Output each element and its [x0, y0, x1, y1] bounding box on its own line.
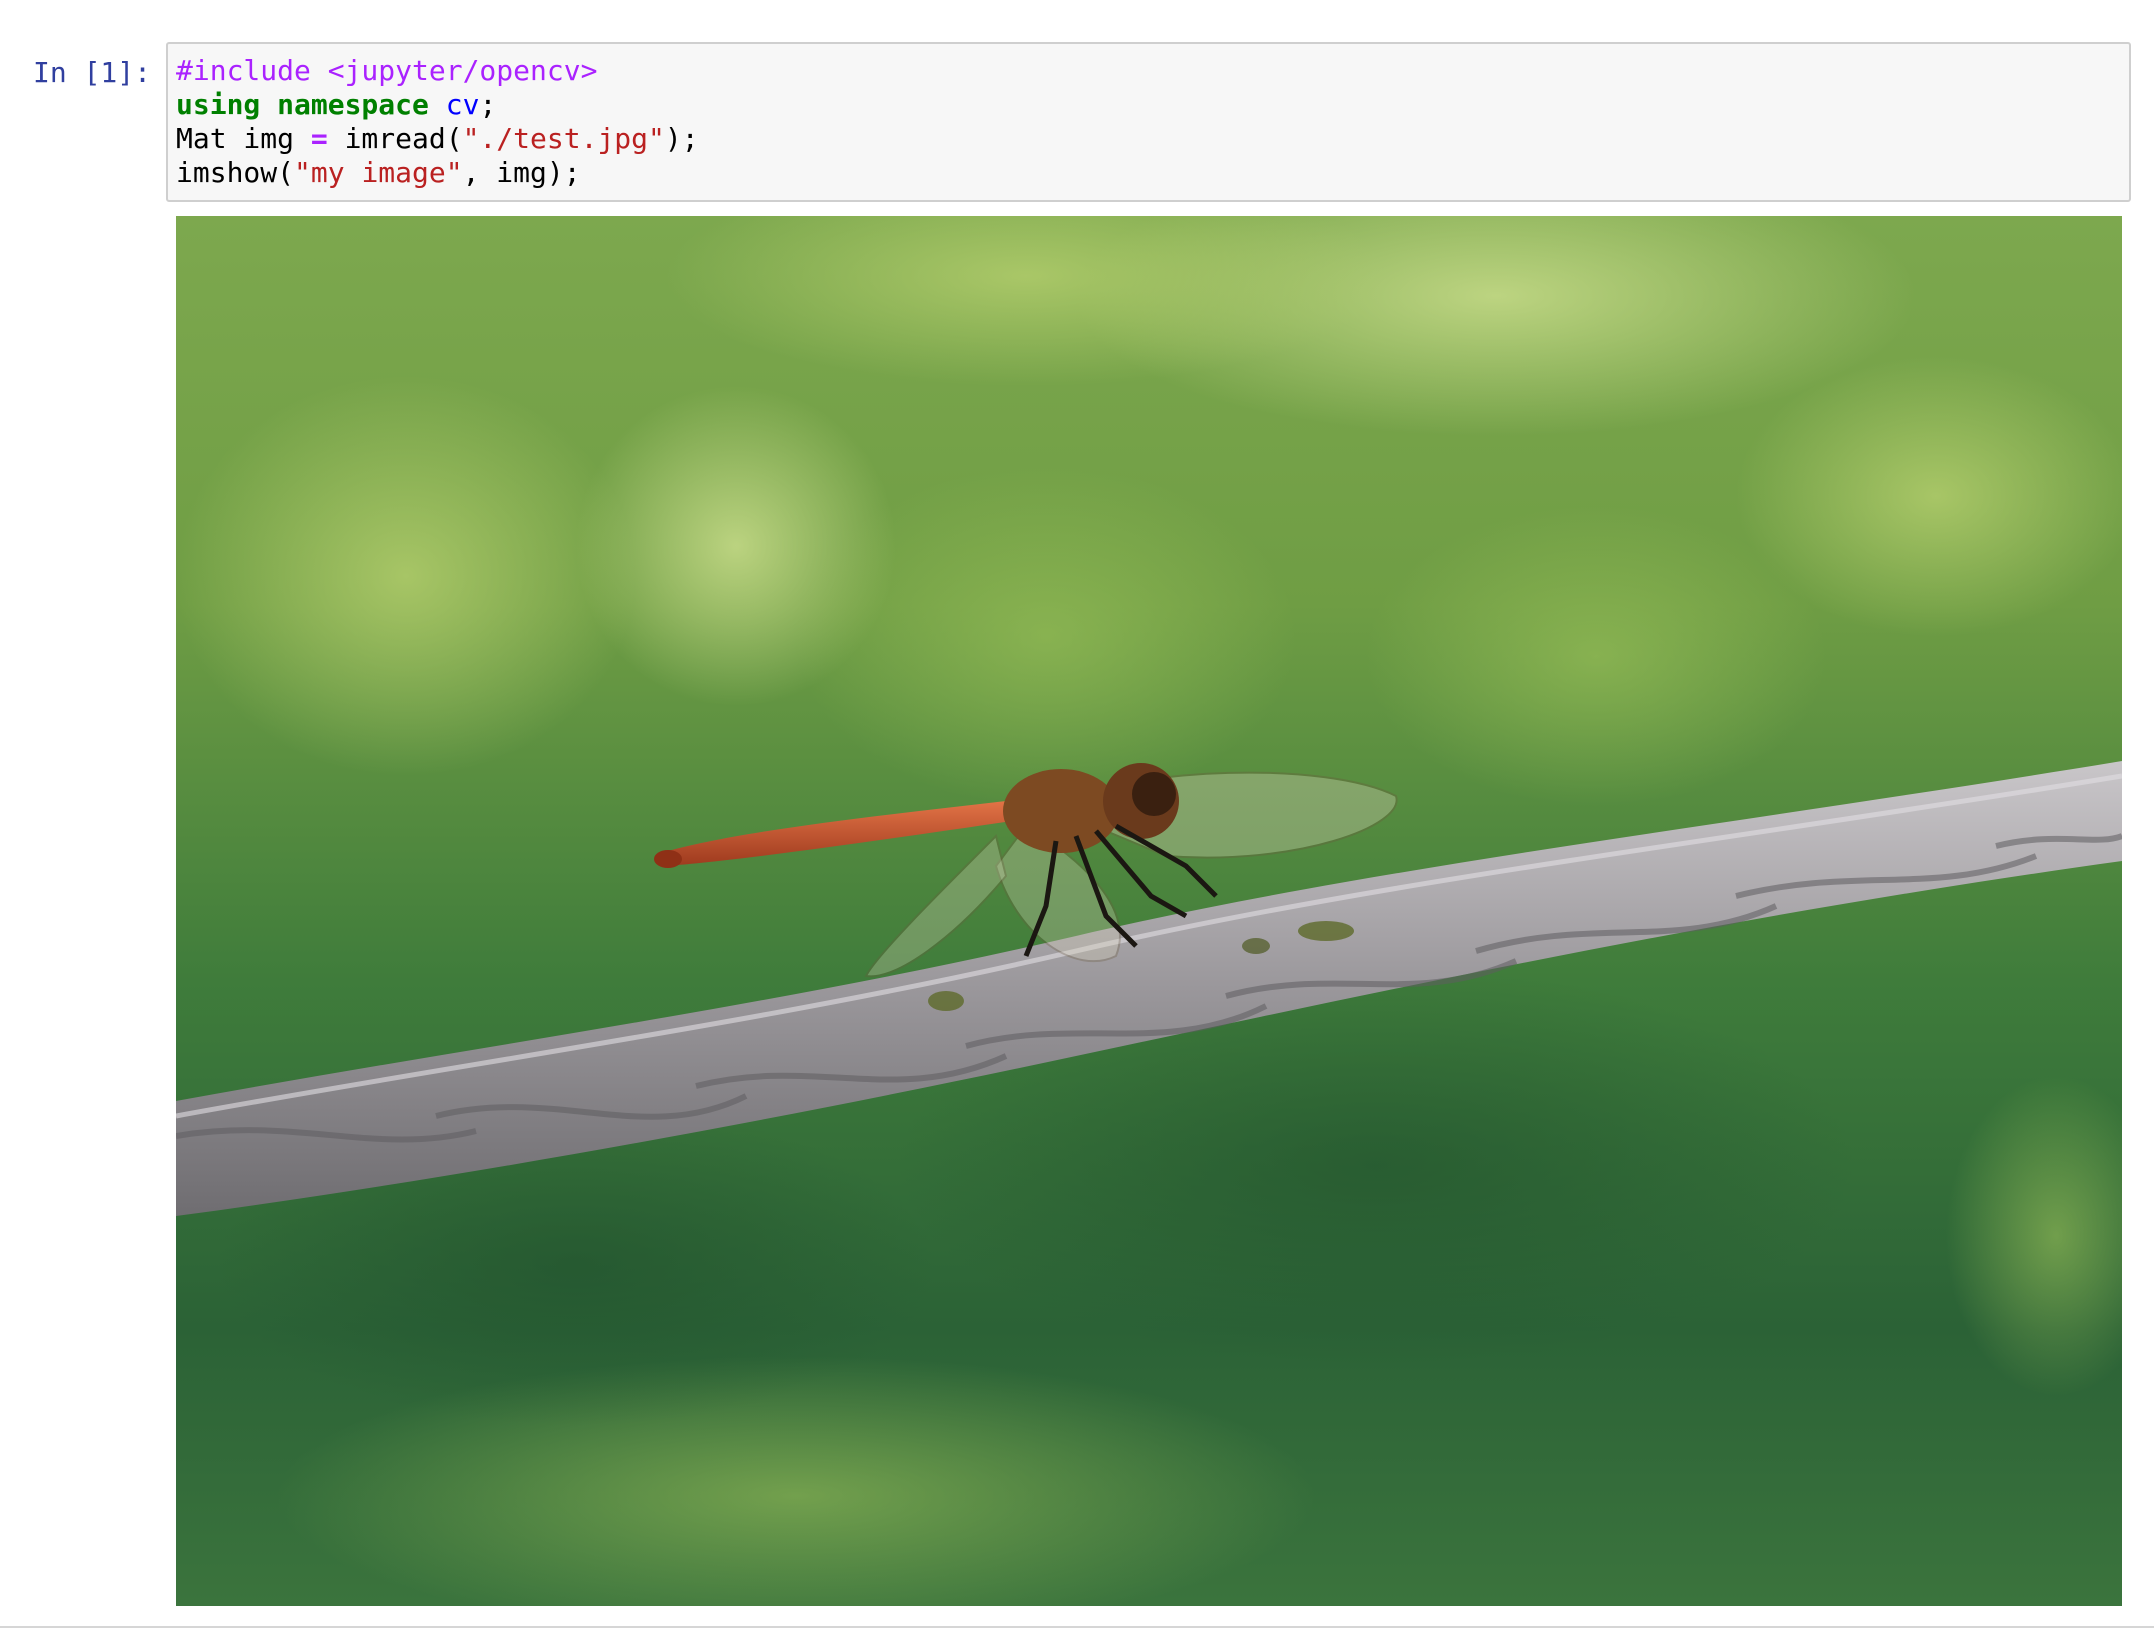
output-area	[176, 216, 2122, 1606]
code-token: using namespace	[176, 88, 429, 121]
notebook-code-cell: In [1]: #include <jupyter/opencv> using …	[0, 0, 2154, 1630]
code-token: =	[310, 122, 328, 155]
code-token: );	[664, 122, 699, 155]
input-prompt: In [1]:	[33, 56, 152, 89]
cell-divider	[0, 1626, 2154, 1628]
code-token: "./test.jpg"	[462, 122, 665, 155]
code-token: imshow(	[176, 156, 295, 189]
code-token: , img);	[462, 156, 581, 189]
code-token: cv	[445, 88, 480, 121]
code-line: using namespace cv;	[176, 88, 496, 121]
code-line: #include <jupyter/opencv>	[176, 54, 597, 87]
code-token: "my image"	[294, 156, 463, 189]
code-line: Mat img = imread("./test.jpg");	[176, 122, 699, 155]
code-token: Mat img	[176, 122, 311, 155]
code-editor[interactable]: #include <jupyter/opencv> using namespac…	[166, 42, 2131, 202]
code-line: imshow("my image", img);	[176, 156, 581, 189]
code-token: ;	[479, 88, 497, 121]
code-token: imread(	[327, 122, 463, 155]
code-text[interactable]: #include <jupyter/opencv> using namespac…	[176, 54, 699, 190]
code-token: #include <jupyter/opencv>	[176, 54, 598, 87]
output-image	[176, 216, 2122, 1606]
